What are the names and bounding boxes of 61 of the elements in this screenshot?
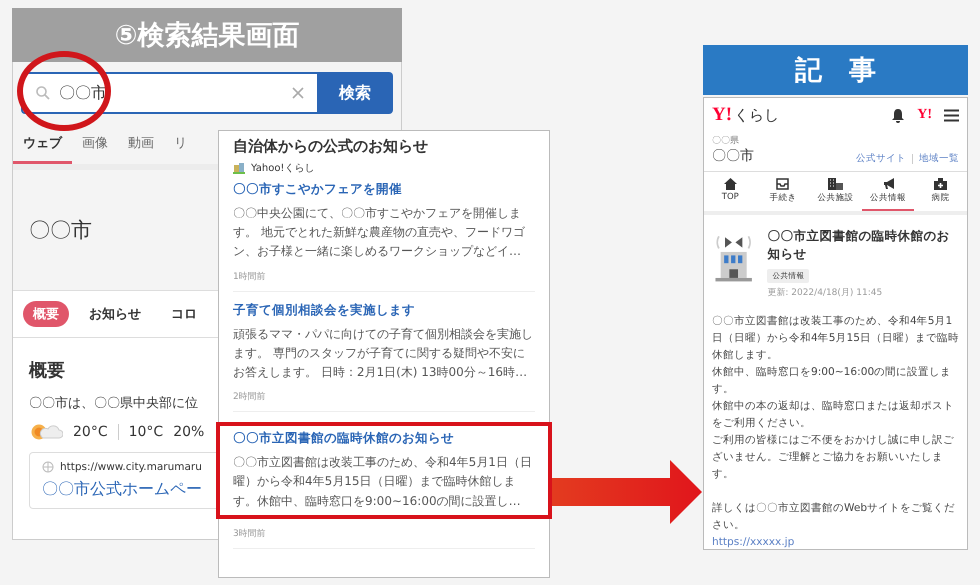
home-icon xyxy=(724,178,737,190)
header-link[interactable]: 地域一覧 xyxy=(919,152,959,165)
notice-text: 〇〇市立図書館は改装工事のため、令和4年5月1日（日曜）から令和4年5月15日（日曜）まで臨時休館します。休館中、臨時窓口を9:00~16:00の間に設置し… xyxy=(233,454,533,510)
tab[interactable]: ウェブ xyxy=(13,124,72,164)
hospital-icon xyxy=(934,178,948,190)
city-icon xyxy=(233,162,245,174)
article-paragraph: ご利用の皆様にはご不便をおかけし誠に申し訳ございません。ご理解とご協力をお願いいたします。 xyxy=(712,432,955,482)
search-button[interactable]: 検索 xyxy=(317,72,393,114)
notice-link[interactable]: 子育て個別相談会を実施します xyxy=(233,302,535,319)
low-temperature: 10°C xyxy=(128,424,164,440)
source-label: Yahoo!くらし xyxy=(251,162,314,175)
notice-text: 〇〇中央公園にて、〇〇市すこやかフェアを開催します。 地元でとれた新鮮な農産物の直売や、フードワゴン、お子様と一緒に楽しめるワークショップなどイ… xyxy=(233,205,526,260)
bell-icon[interactable] xyxy=(891,108,906,122)
tab[interactable]: 動画 xyxy=(118,124,164,164)
account-logo[interactable]: Y! xyxy=(917,107,932,123)
chip-tab[interactable]: お知らせ xyxy=(79,301,151,327)
article-title: 〇〇市立図書館の臨時休館のお知らせ xyxy=(767,227,950,264)
nav-tab[interactable]: TOP xyxy=(704,172,757,211)
section-title: 概要 xyxy=(29,359,65,382)
notice-time: 3時間前 xyxy=(233,528,267,540)
globe-icon xyxy=(42,461,54,473)
prefecture-label: 〇〇県 xyxy=(712,134,740,147)
article-paragraph: 休館中の本の返却は、臨時窓口または返却ポストをご利用ください。 xyxy=(712,398,955,431)
building-icon xyxy=(828,178,843,190)
high-temperature: 20°C xyxy=(73,424,108,440)
city-name: 〇〇市 xyxy=(712,147,754,165)
search-field[interactable]: 〇〇市 xyxy=(21,72,317,114)
search-icon xyxy=(35,85,51,101)
tray-icon xyxy=(776,178,790,190)
brand-name: くらし xyxy=(734,106,780,124)
tab[interactable]: リ xyxy=(164,124,197,164)
logo[interactable]: Y! xyxy=(712,104,732,126)
chip-tab[interactable]: コロ xyxy=(161,301,207,327)
screen-caption: 記 事 xyxy=(703,45,968,95)
menu-icon[interactable] xyxy=(944,108,959,122)
weather-icon xyxy=(29,422,63,442)
nav-tab[interactable]: 手続き xyxy=(756,172,810,211)
notices-title: 自治体からの公式のお知らせ xyxy=(233,137,429,156)
rain-chance: 20% xyxy=(173,424,204,440)
article-link[interactable]: https://xxxxx.jp xyxy=(712,534,794,549)
result-link[interactable]: 〇〇市公式ホームペー xyxy=(42,479,202,500)
screen-caption: ⑤検索結果画面 xyxy=(12,8,402,62)
notice-text: 頑張るママ・パパに向けての子育て個別相談会を実施します。 専門のスタッフが子育てに関する疑問や不安にお答えします。 日時：2月1日(木) 13時00分～16時… xyxy=(233,326,534,381)
notice-link[interactable]: 〇〇市すこやかフェアを開催 xyxy=(233,181,535,198)
nav-tab[interactable]: 公共施設 xyxy=(809,172,862,211)
notice-time: 1時間前 xyxy=(233,270,267,283)
nav-tab[interactable]: 公共情報 xyxy=(862,172,914,211)
notice-link[interactable]: 〇〇市立図書館の臨時休館のお知らせ xyxy=(233,430,535,448)
notice-time: 2時間前 xyxy=(233,390,267,404)
article-paragraph: 〇〇市立図書館は改装工事のため、令和4年5月1日（日曜）から令和4年5月15日（日曜）まで臨時休館します。 xyxy=(712,314,959,364)
summary-text: 〇〇市は、〇〇県中央部に位 xyxy=(29,395,198,412)
article-paragraph: 休館中、臨時窓口を9:00~16:00の間に設置します。 xyxy=(712,365,952,397)
city-heading: 〇〇市 xyxy=(29,217,92,244)
tab[interactable]: 画像 xyxy=(72,124,118,164)
nav-tab[interactable]: 病院 xyxy=(914,172,967,211)
article-paragraph: 詳しくは〇〇市立図書館のWebサイトをご覧ください。 xyxy=(712,500,956,533)
search-value: 〇〇市 xyxy=(59,82,108,104)
result-url: https://www.city.marumaru xyxy=(60,461,202,473)
updated-time: 更新: 2022/4/18(月) 11:45 xyxy=(767,286,884,300)
header-link[interactable]: 公式サイト xyxy=(856,152,906,165)
chip-tab[interactable]: 概要 xyxy=(23,301,69,327)
